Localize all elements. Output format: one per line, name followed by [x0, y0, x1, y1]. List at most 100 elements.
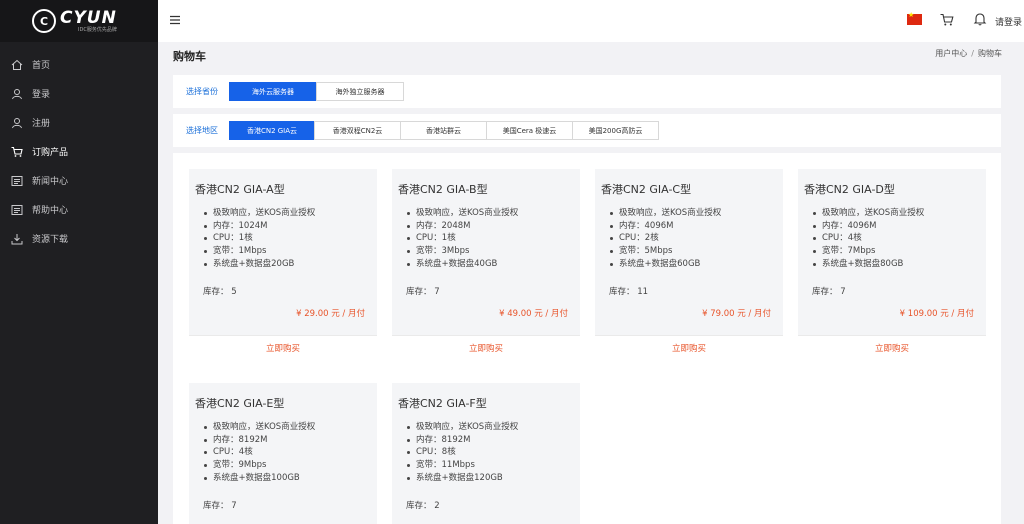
menu-icon[interactable] — [169, 14, 181, 26]
feature-item: CPU：1核 — [407, 232, 570, 245]
brand-subtitle: IDC服务优先品牌 — [78, 27, 117, 33]
user-icon — [11, 88, 23, 100]
buy-now-button[interactable]: 立即购买 — [189, 335, 377, 359]
sidebar-item-label: 注册 — [32, 119, 51, 129]
help-icon — [11, 204, 23, 216]
sidebar-item-label: 资源下载 — [32, 235, 69, 245]
feature-item: 宽带：5Mbps — [610, 245, 773, 258]
feature-item: 系统盘+数据盘40GB — [407, 258, 570, 271]
sidebar-item-login[interactable]: 登录 — [0, 79, 158, 108]
region-option-hk-station[interactable]: 香港站群云 — [400, 121, 487, 140]
product-features: 极致响应，送KOS商业授权 内存：4096M CPU：4核 宽带：7Mbps 系… — [804, 207, 976, 271]
product-stock: 库存： 5 — [203, 287, 237, 297]
product-stock: 库存： 7 — [812, 287, 846, 297]
product-price: ¥ 49.00 元 / 月付 — [499, 309, 568, 319]
region-option-hk-dual-cn2[interactable]: 香港双程CN2云 — [314, 121, 401, 140]
feature-item: 内存：8192M — [204, 434, 367, 447]
product-card: 香港CN2 GIA-C型 极致响应，送KOS商业授权 内存：4096M CPU：… — [595, 169, 783, 359]
news-icon — [11, 175, 23, 187]
product-title: 香港CN2 GIA-D型 — [804, 183, 895, 196]
feature-item: 系统盘+数据盘100GB — [204, 472, 367, 485]
cn-flag-icon[interactable] — [907, 11, 922, 25]
feature-item: 系统盘+数据盘120GB — [407, 472, 570, 485]
product-price: ¥ 109.00 元 / 月付 — [899, 309, 974, 319]
cart-icon — [11, 146, 23, 158]
product-stock: 库存： 11 — [609, 287, 649, 297]
feature-item: CPU：4核 — [204, 446, 367, 459]
main-content: 购物车 用户中心 / 购物车 选择省份 海外云服务器 海外独立服务器 选择地区 香港… — [158, 42, 1024, 524]
product-features: 极致响应，送KOS商业授权 内存：2048M CPU：1核 宽带：3Mbps 系… — [398, 207, 570, 271]
feature-item: CPU：2核 — [610, 232, 773, 245]
product-title: 香港CN2 GIA-F型 — [398, 397, 487, 410]
feature-item: 极致响应，送KOS商业授权 — [407, 207, 570, 220]
product-list: 香港CN2 GIA-A型 极致响应，送KOS商业授权 内存：1024M CPU：… — [173, 153, 1001, 524]
sidebar-nav: 首页 登录 注册 订购产品 新闻中心 帮助中心 资源下载 — [0, 50, 158, 253]
product-price: ¥ 79.00 元 / 月付 — [702, 309, 771, 319]
topbar: 请登录 — [158, 0, 1024, 42]
feature-item: 极致响应，送KOS商业授权 — [407, 421, 570, 434]
sidebar-item-news[interactable]: 新闻中心 — [0, 166, 158, 195]
feature-item: 系统盘+数据盘60GB — [610, 258, 773, 271]
feature-item: 宽带：3Mbps — [407, 245, 570, 258]
product-features: 极致响应，送KOS商业授权 内存：8192M CPU：4核 宽带：9Mbps 系… — [195, 421, 367, 485]
region-filter-label: 选择地区 — [186, 126, 218, 135]
province-filter: 选择省份 海外云服务器 海外独立服务器 — [173, 75, 1001, 108]
product-card: 香港CN2 GIA-E型 极致响应，送KOS商业授权 内存：8192M CPU：… — [189, 383, 377, 524]
sidebar-item-download[interactable]: 资源下载 — [0, 224, 158, 253]
sidebar-item-label: 帮助中心 — [32, 206, 69, 216]
feature-item: CPU：1核 — [204, 232, 367, 245]
sidebar: C CYUN IDC服务优先品牌 首页 登录 注册 订购产品 新闻中心 帮助中心… — [0, 0, 158, 524]
sidebar-item-register[interactable]: 注册 — [0, 108, 158, 137]
product-stock: 库存： 2 — [406, 501, 440, 511]
breadcrumb: 用户中心 / 购物车 — [935, 48, 1002, 59]
sidebar-item-help[interactable]: 帮助中心 — [0, 195, 158, 224]
product-card: 香港CN2 GIA-F型 极致响应，送KOS商业授权 内存：8192M CPU：… — [392, 383, 580, 524]
sidebar-item-order[interactable]: 订购产品 — [0, 137, 158, 166]
bell-icon[interactable] — [973, 12, 987, 26]
province-option-overseas-dedicated[interactable]: 海外独立服务器 — [316, 82, 404, 101]
feature-item: 宽带：1Mbps — [204, 245, 367, 258]
feature-item: 极致响应，送KOS商业授权 — [204, 207, 367, 220]
feature-item: 内存：1024M — [204, 220, 367, 233]
region-option-us-cera[interactable]: 美国Cera 极速云 — [486, 121, 573, 140]
region-option-hk-cn2-gia[interactable]: 香港CN2 GIA云 — [229, 121, 315, 140]
download-icon — [11, 233, 23, 245]
feature-item: 内存：2048M — [407, 220, 570, 233]
buy-now-button[interactable]: 立即购买 — [595, 335, 783, 359]
product-card: 香港CN2 GIA-B型 极致响应，送KOS商业授权 内存：2048M CPU：… — [392, 169, 580, 359]
page-title: 购物车 — [173, 50, 206, 63]
product-card: 香港CN2 GIA-A型 极致响应，送KOS商业授权 内存：1024M CPU：… — [189, 169, 377, 359]
province-option-overseas-cloud[interactable]: 海外云服务器 — [229, 82, 317, 101]
breadcrumb-item-user-center[interactable]: 用户中心 — [935, 49, 967, 58]
breadcrumb-separator: / — [971, 49, 974, 58]
brand-name: CYUN — [60, 8, 117, 28]
buy-now-button[interactable]: 立即购买 — [392, 335, 580, 359]
buy-now-button[interactable]: 立即购买 — [798, 335, 986, 359]
feature-item: 内存：4096M — [813, 220, 976, 233]
sidebar-item-label: 首页 — [32, 61, 51, 71]
feature-item: 内存：8192M — [407, 434, 570, 447]
product-stock: 库存： 7 — [203, 501, 237, 511]
feature-item: CPU：4核 — [813, 232, 976, 245]
feature-item: 宽带：11Mbps — [407, 459, 570, 472]
product-title: 香港CN2 GIA-B型 — [398, 183, 488, 196]
sidebar-item-home[interactable]: 首页 — [0, 50, 158, 79]
logo[interactable]: C CYUN IDC服务优先品牌 — [0, 0, 158, 42]
cart-icon[interactable] — [940, 13, 954, 27]
feature-item: 宽带：7Mbps — [813, 245, 976, 258]
product-card: 香港CN2 GIA-D型 极致响应，送KOS商业授权 内存：4096M CPU：… — [798, 169, 986, 359]
sidebar-item-label: 订购产品 — [32, 148, 69, 158]
feature-item: 极致响应，送KOS商业授权 — [610, 207, 773, 220]
breadcrumb-item-cart: 购物车 — [978, 49, 1002, 58]
feature-item: 内存：4096M — [610, 220, 773, 233]
product-features: 极致响应，送KOS商业授权 内存：4096M CPU：2核 宽带：5Mbps 系… — [601, 207, 773, 271]
sidebar-item-label: 登录 — [32, 90, 51, 100]
user-add-icon — [11, 117, 23, 129]
product-title: 香港CN2 GIA-C型 — [601, 183, 692, 196]
product-title: 香港CN2 GIA-E型 — [195, 397, 285, 410]
region-filter: 选择地区 香港CN2 GIA云 香港双程CN2云 香港站群云 美国Cera 极速… — [173, 114, 1001, 147]
login-link[interactable]: 请登录 — [995, 15, 1022, 28]
region-option-us-200g[interactable]: 美国200G高防云 — [572, 121, 659, 140]
product-stock: 库存： 7 — [406, 287, 440, 297]
home-icon — [11, 59, 23, 71]
